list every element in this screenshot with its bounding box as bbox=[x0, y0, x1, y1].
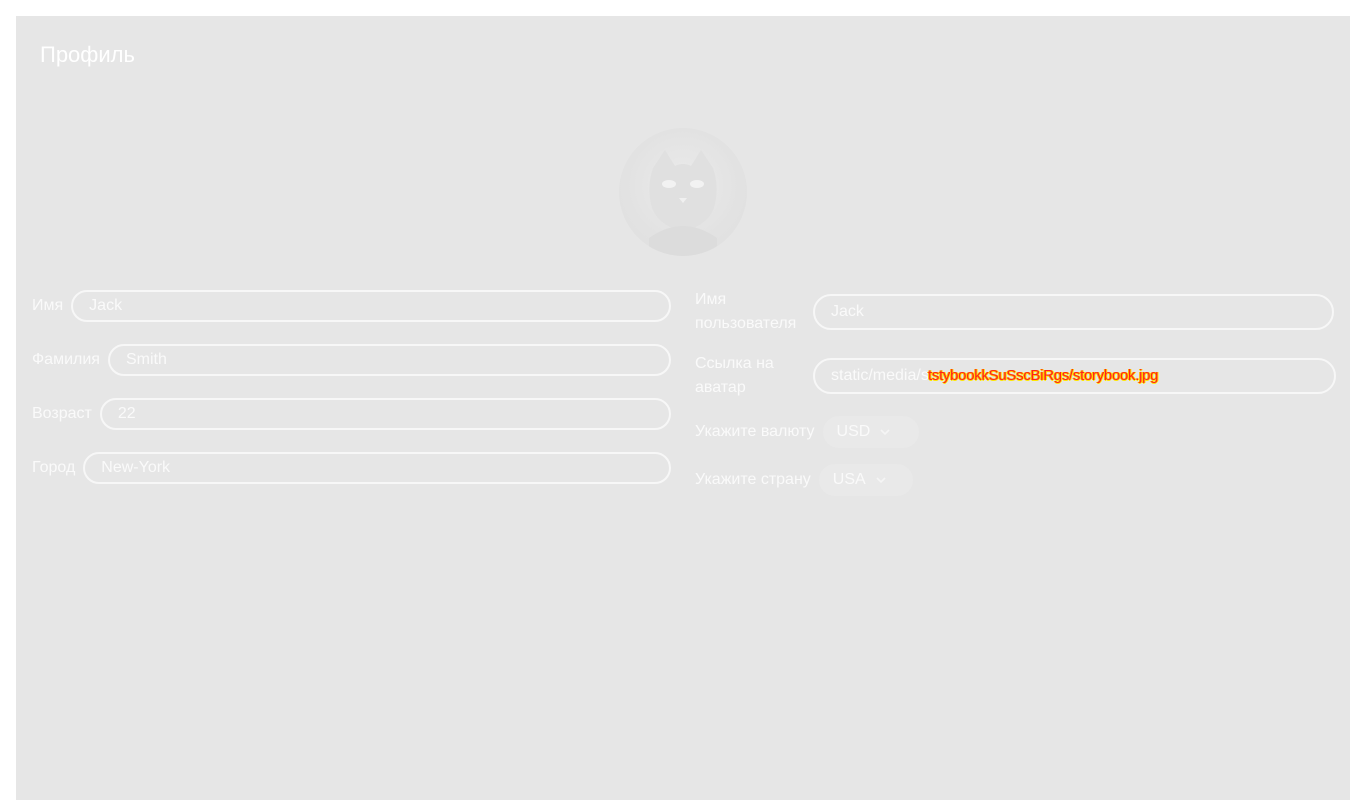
username-label: Имя пользователя bbox=[695, 291, 797, 332]
last-name-row: Фамилия Smith bbox=[32, 344, 671, 376]
page-title: Профиль bbox=[40, 42, 135, 67]
username-input[interactable]: Jack bbox=[813, 294, 1334, 330]
profile-page: Профиль Имя Jack Фамилия Smith Возраст 2… bbox=[16, 16, 1350, 800]
country-value: USA bbox=[832, 471, 866, 488]
country-select[interactable]: USA bbox=[818, 464, 913, 496]
city-input[interactable]: New-York bbox=[83, 452, 672, 484]
currency-row: Укажите валюту USD bbox=[695, 416, 919, 448]
avatar-link-value: static/media/s bbox=[831, 367, 929, 384]
currency-value: USD bbox=[836, 423, 871, 440]
country-label: Укажите страну bbox=[695, 471, 811, 488]
chevron-down-icon bbox=[876, 477, 886, 484]
username-row: Имя пользователя Jack bbox=[695, 288, 1334, 336]
avatar bbox=[619, 128, 747, 256]
first-name-label: Имя bbox=[32, 297, 64, 314]
last-name-input[interactable]: Smith bbox=[107, 344, 671, 376]
username-value: Jack bbox=[831, 303, 864, 320]
first-name-value: Jack bbox=[89, 297, 123, 314]
age-value: 22 bbox=[117, 405, 136, 422]
age-row: Возраст 22 bbox=[32, 398, 671, 430]
age-label: Возраст bbox=[32, 405, 92, 422]
age-input[interactable]: 22 bbox=[99, 398, 671, 430]
first-name-row: Имя Jack bbox=[32, 290, 672, 322]
avatar-link-overlay-text: tstybookkSuSscBiRgs/storybook.jpg bbox=[928, 367, 1159, 384]
last-name-value: Smith bbox=[125, 351, 167, 368]
city-label: Город bbox=[32, 459, 76, 476]
currency-select[interactable]: USD bbox=[822, 416, 919, 448]
chevron-down-icon bbox=[880, 429, 890, 436]
cat-avatar-icon bbox=[649, 150, 717, 256]
country-row: Укажите страну USA bbox=[695, 464, 913, 496]
currency-label: Укажите валюту bbox=[695, 423, 815, 440]
last-name-label: Фамилия bbox=[32, 351, 100, 368]
city-row: Город New-York bbox=[32, 452, 672, 484]
avatar-link-label: Ссылка на аватар bbox=[695, 355, 774, 396]
city-value: New-York bbox=[101, 459, 171, 476]
first-name-input[interactable]: Jack bbox=[71, 290, 672, 322]
